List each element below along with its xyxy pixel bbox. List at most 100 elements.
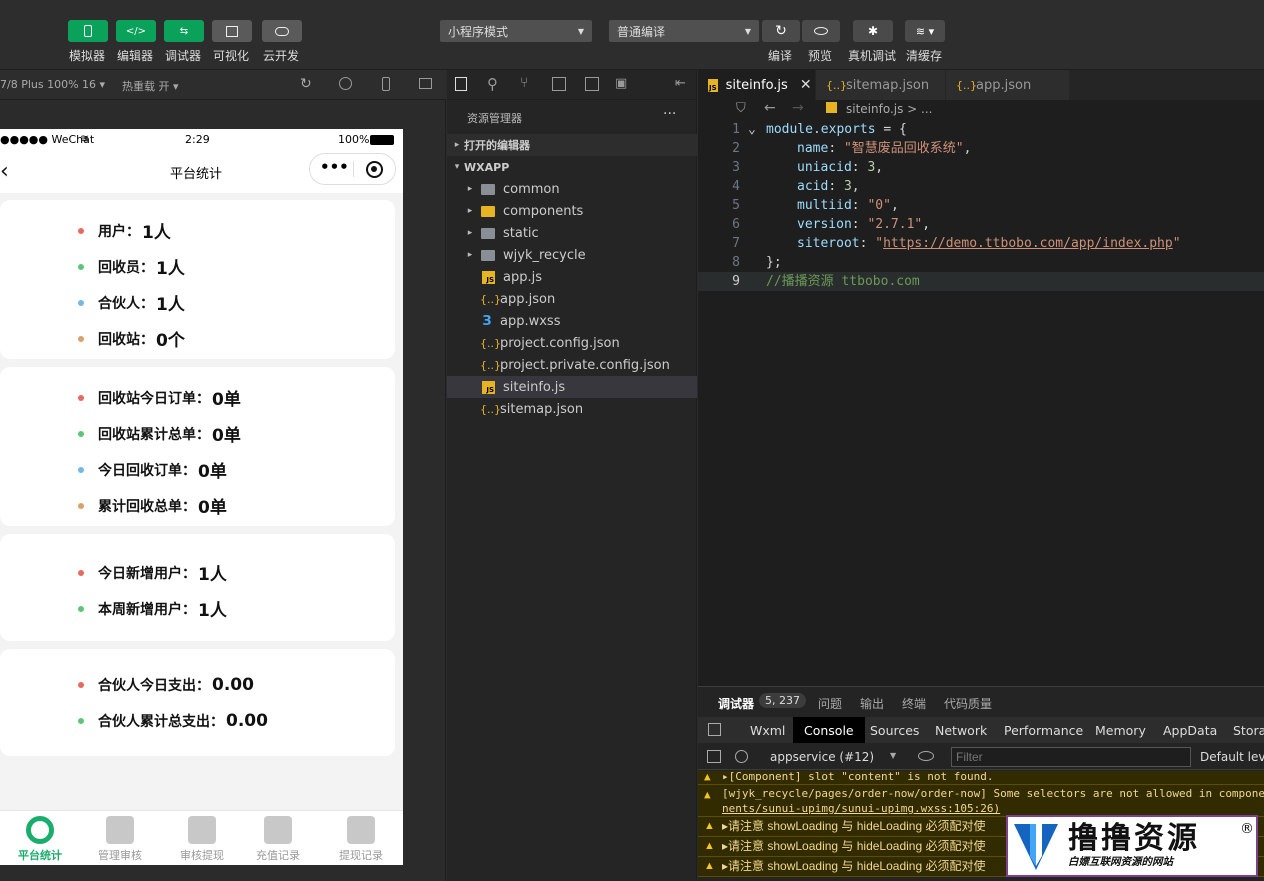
eye-icon[interactable] [918, 751, 934, 761]
docker-icon[interactable]: ▣ [615, 76, 627, 91]
clear-console-icon[interactable] [735, 750, 748, 763]
back-arrow-icon[interactable]: ‹ [0, 159, 9, 184]
code-line-current: 9//播播资源 ttbobo.com [698, 272, 1264, 291]
remote-debug-button[interactable]: ✱ [853, 20, 893, 42]
editor-tab-sitemap[interactable]: {..} sitemap.json [816, 70, 946, 100]
more-dots-icon[interactable]: ••• [320, 158, 349, 176]
simulator-toggle-button[interactable] [68, 20, 108, 42]
close-icon[interactable]: ✕ [800, 77, 812, 93]
devtools-tab-console[interactable]: Console [793, 717, 865, 743]
back-arrow-icon[interactable]: ← [764, 100, 776, 116]
git-branch-icon[interactable]: ⑂ [520, 75, 528, 91]
json-file-icon: {..} [480, 336, 501, 350]
cloud-dev-button[interactable] [262, 20, 302, 42]
log-text: ▸请注意 showLoading 与 hideLoading 必须配对使 [722, 819, 986, 833]
js-file-icon: JS [708, 78, 718, 92]
tree-item-label: project.private.config.json [500, 357, 670, 373]
phone-icon[interactable] [382, 77, 390, 91]
files-icon[interactable] [455, 77, 467, 91]
tab-output[interactable]: 输出 [860, 695, 884, 712]
console-warning: ▲ [wjyk_recycle/pages/order-now/order-now… [698, 785, 1264, 817]
search-icon[interactable]: ⚲ [487, 75, 498, 93]
tree-item-app-js[interactable]: JS app.js [447, 266, 697, 288]
chevron-right-icon: ▸ [454, 140, 460, 150]
inspect-element-icon[interactable] [708, 723, 721, 736]
tree-item-project-private-config[interactable]: {..} project.private.config.json [447, 354, 697, 376]
status-time: 2:29 [185, 133, 210, 146]
sidebar-toggle-icon[interactable] [707, 750, 721, 763]
tab-code-quality[interactable]: 代码质量 [944, 695, 992, 712]
tab-withdraw-records[interactable]: 提现记录 [321, 811, 401, 865]
devtools-tab-memory[interactable]: Memory [1084, 717, 1157, 743]
open-editors-section[interactable]: ▸ 打开的编辑器 [447, 134, 697, 156]
storage-icon[interactable] [585, 77, 599, 91]
source-link[interactable]: nents/sunui-upimg/sunui-upimg.wxss:105:2… [722, 801, 1264, 816]
devtools-tab-sources[interactable]: Sources [859, 717, 930, 743]
tree-item-static[interactable]: ▸ static [447, 222, 697, 244]
phone-screen: ●●●●● WeChat ≋ 2:29 100% ‹ 平台统计 ••• 用户： 1… [0, 129, 403, 865]
mode-select[interactable]: 小程序模式 ▼ [440, 20, 592, 42]
preview-button[interactable] [802, 20, 840, 42]
devtools-tab-wxml[interactable]: Wxml [739, 717, 796, 743]
forward-arrow-icon[interactable]: → [792, 100, 804, 116]
stat-value: 0.00 [212, 675, 254, 695]
debugger-toggle-button[interactable]: ⇆ [164, 20, 204, 42]
tree-item-app-wxss[interactable]: Зapp.wxss [447, 310, 697, 332]
rotate-icon[interactable]: ↻ [300, 76, 312, 92]
withdraw-icon [347, 816, 375, 844]
tab-debugger[interactable]: 调试器 [718, 695, 754, 712]
more-actions-icon[interactable]: ··· [663, 106, 676, 122]
breadcrumb[interactable]: siteinfo.js > ... [846, 102, 933, 116]
log-levels-select[interactable]: Default leve [1200, 750, 1264, 764]
popout-icon[interactable] [419, 78, 432, 89]
editor-tab-siteinfo[interactable]: JS siteinfo.js ✕ [698, 70, 816, 100]
stats-refresh-icon [26, 816, 54, 844]
stats-card-users: 用户： 1人 回收员： 1人 合伙人： 1人 回收站： 0个 [0, 200, 395, 359]
tree-item-project-config[interactable]: {..} project.config.json [447, 332, 697, 354]
tree-item-siteinfo-js[interactable]: JS siteinfo.js [447, 376, 697, 398]
collapse-panel-icon[interactable]: ⇤ [675, 76, 686, 91]
devtools-tab-network[interactable]: Network [924, 717, 998, 743]
warning-icon: ▲ [704, 860, 715, 872]
tree-item-label: app.wxss [500, 313, 561, 329]
console-filter-input[interactable] [951, 747, 1191, 767]
close-miniprogram-icon[interactable] [366, 161, 383, 178]
hot-reload-select[interactable]: 热重载 开 ▾ [122, 78, 179, 94]
devtools-tab-appdata[interactable]: AppData [1152, 717, 1228, 743]
tree-item-wjyk-recycle[interactable]: ▸ wjyk_recycle [447, 244, 697, 266]
capsule-menu: ••• [309, 153, 396, 185]
code-content[interactable]: 1 ⌄ module.exports = { 2 name: "智慧废品回收系统", … [698, 120, 1264, 291]
compile-button[interactable]: ↻ [762, 20, 800, 42]
chevron-down-icon: ▾ [454, 162, 460, 172]
editor-tab-app-json[interactable]: {..} app.json [946, 70, 1070, 100]
devtools-tab-storage[interactable]: Storag [1222, 717, 1264, 743]
tab-recharge-records[interactable]: 充值记录 [238, 811, 318, 865]
tab-manage-review[interactable]: 管理审核 [80, 811, 160, 865]
folder-icon [481, 205, 495, 217]
tab-terminal[interactable]: 终端 [902, 695, 926, 712]
tree-item-sitemap-json[interactable]: {..} sitemap.json [447, 398, 697, 420]
code-line: 2 name: "智慧废品回收系统", [732, 141, 972, 156]
tab-platform-stats[interactable]: 平台统计 [0, 811, 80, 865]
compile-select[interactable]: 普通编译 ▼ [609, 20, 759, 42]
bookmark-icon[interactable]: ⛉ [736, 101, 746, 116]
tab-label: 管理审核 [98, 849, 142, 862]
tree-item-app-json[interactable]: {..} app.json [447, 288, 697, 310]
tree-item-common[interactable]: ▸ common [447, 178, 697, 200]
tab-withdraw-review[interactable]: 审核提现 [162, 811, 242, 865]
clear-cache-button[interactable]: ≋ ▾ [905, 20, 945, 42]
devtools-tab-performance[interactable]: Performance [993, 717, 1094, 743]
record-icon[interactable] [339, 77, 352, 90]
tab-problems[interactable]: 问题 [818, 695, 842, 712]
context-select[interactable]: appservice (#12) [770, 750, 874, 764]
device-select[interactable]: 7/8 Plus 100% 16 ▾ [0, 78, 105, 91]
editor-toggle-button[interactable]: </> [116, 20, 156, 42]
tree-item-components[interactable]: ▸ components [447, 200, 697, 222]
tree-item-label: common [503, 181, 560, 197]
siteroot-link[interactable]: https://demo.ttbobo.com/app/index.php [883, 236, 1173, 251]
visual-toggle-button[interactable] [212, 20, 252, 42]
extensions-icon[interactable] [552, 77, 566, 91]
tab-label: app.json [976, 77, 1032, 93]
fold-chevron-icon[interactable]: ⌄ [748, 120, 756, 139]
wxapp-root-section[interactable]: ▾ WXAPP [447, 156, 697, 178]
